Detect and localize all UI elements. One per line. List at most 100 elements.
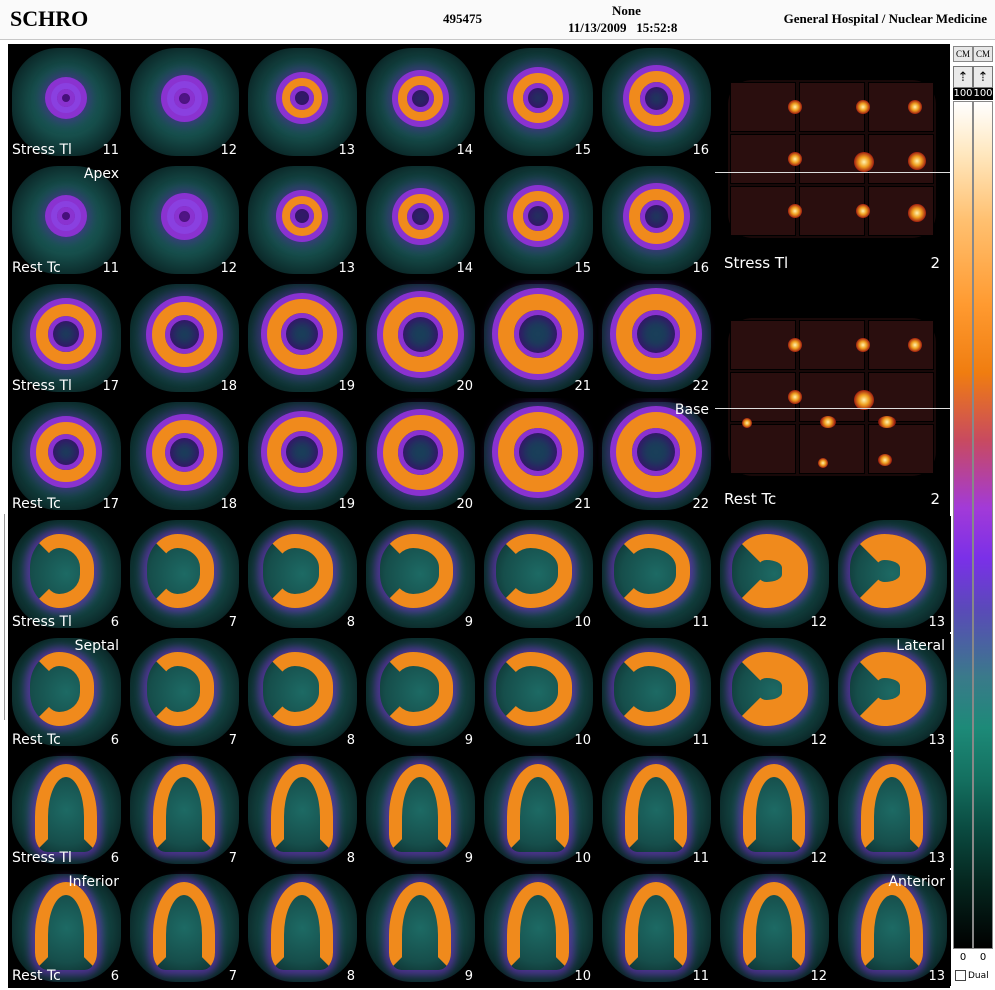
slice-tile[interactable]: 16 bbox=[598, 162, 715, 278]
slice-tile[interactable]: 8 bbox=[244, 634, 361, 750]
checkbox-icon[interactable] bbox=[955, 970, 966, 981]
tile-study-label: Rest Tc bbox=[12, 968, 61, 984]
dual-checkbox[interactable]: Dual bbox=[955, 970, 989, 981]
slice-tile[interactable]: 14 bbox=[362, 162, 479, 278]
colorbar-stress[interactable] bbox=[953, 101, 973, 949]
cm-button-left[interactable]: CM bbox=[953, 46, 973, 62]
horizontal-long-axis-slice bbox=[30, 652, 94, 726]
slice-tile[interactable]: 21 bbox=[480, 280, 597, 396]
tile-slice-number: 8 bbox=[346, 851, 355, 866]
slice-tile[interactable]: Rest Tc 6 Inferior bbox=[8, 870, 125, 986]
tile-slice-number: 13 bbox=[338, 261, 355, 276]
ref-hotspot bbox=[908, 338, 922, 352]
slice-tile[interactable]: 21 bbox=[480, 398, 597, 514]
tile-slice-number: 7 bbox=[228, 969, 237, 984]
colorbar-rest[interactable] bbox=[973, 101, 993, 949]
short-axis-slice bbox=[166, 198, 202, 234]
slice-tile[interactable]: 8 bbox=[244, 752, 361, 868]
tile-slice-number: 8 bbox=[346, 969, 355, 984]
orientation-label: Lateral bbox=[896, 638, 945, 654]
slice-tile[interactable]: Rest Tc 11 Apex bbox=[8, 162, 125, 278]
slice-tile[interactable]: Rest Tc 6 Septal bbox=[8, 634, 125, 750]
colorbar-min-right: 0 bbox=[979, 952, 987, 963]
slice-position-line[interactable] bbox=[714, 408, 950, 409]
short-axis-slice bbox=[382, 296, 458, 372]
hospital-name: General Hospital / Nuclear Medicine bbox=[783, 11, 987, 26]
reference-stress[interactable]: Stress Tl 2 bbox=[714, 44, 950, 278]
slice-tile[interactable]: 9 bbox=[362, 634, 479, 750]
short-axis-slice bbox=[382, 414, 458, 490]
slice-tile[interactable]: 10 bbox=[480, 752, 597, 868]
dual-label: Dual bbox=[968, 971, 989, 981]
slice-tile[interactable]: 12 bbox=[716, 752, 833, 868]
slice-tile[interactable]: Rest Tc 17 bbox=[8, 398, 125, 514]
ref-hotspot bbox=[854, 390, 874, 410]
slice-tile[interactable]: 19 bbox=[244, 398, 361, 514]
horizontal-long-axis-slice bbox=[379, 534, 453, 608]
slice-tile[interactable]: 13 Anterior bbox=[834, 870, 951, 986]
short-axis-slice bbox=[51, 201, 81, 231]
ref-hotspot bbox=[788, 100, 802, 114]
slice-tile[interactable]: 15 bbox=[480, 44, 597, 160]
slice-tile[interactable]: 9 bbox=[362, 752, 479, 868]
slice-tile[interactable]: 12 bbox=[126, 44, 243, 160]
slice-tile[interactable]: 22 Base bbox=[598, 398, 715, 514]
slice-tile[interactable]: 8 bbox=[244, 870, 361, 986]
slice-tile[interactable]: 20 bbox=[362, 398, 479, 514]
study-header: SCHRO 495475 None 11/13/2009 15:52:8 Gen… bbox=[0, 0, 995, 40]
slice-tile[interactable]: 11 bbox=[598, 870, 715, 986]
ref-hotspot bbox=[788, 390, 802, 404]
slice-tile[interactable]: 7 bbox=[126, 634, 243, 750]
slice-tile[interactable]: 22 bbox=[598, 280, 715, 396]
slice-tile[interactable]: 13 bbox=[834, 752, 951, 868]
slice-tile[interactable]: 10 bbox=[480, 516, 597, 632]
slice-tile[interactable]: 11 bbox=[598, 634, 715, 750]
slice-tile[interactable]: 18 bbox=[126, 398, 243, 514]
slice-tile[interactable]: 10 bbox=[480, 634, 597, 750]
ref-hotspot bbox=[878, 454, 892, 466]
spect-image-panel[interactable]: Stress Tl 2 Rest Tc 2 Stress Tl 11 12 13… bbox=[8, 44, 951, 988]
cm-button-right[interactable]: CM bbox=[973, 46, 993, 62]
slice-tile[interactable]: 12 bbox=[716, 870, 833, 986]
slice-tile[interactable]: 12 bbox=[716, 516, 833, 632]
slice-tile[interactable]: 12 bbox=[126, 162, 243, 278]
slice-tile[interactable]: 19 bbox=[244, 280, 361, 396]
slice-tile[interactable]: 12 bbox=[716, 634, 833, 750]
slice-tile[interactable]: 8 bbox=[244, 516, 361, 632]
short-axis-slice bbox=[397, 193, 443, 239]
slice-tile[interactable]: 13 bbox=[834, 516, 951, 632]
slice-tile[interactable]: 10 bbox=[480, 870, 597, 986]
slice-tile[interactable]: 11 bbox=[598, 516, 715, 632]
slice-tile[interactable]: 9 bbox=[362, 870, 479, 986]
ref-hotspot bbox=[908, 152, 926, 170]
short-axis-slice bbox=[267, 417, 337, 487]
slice-tile[interactable]: 13 bbox=[244, 44, 361, 160]
slice-tile[interactable]: 20 bbox=[362, 280, 479, 396]
slice-tile[interactable]: 11 bbox=[598, 752, 715, 868]
slice-tile[interactable]: 7 bbox=[126, 870, 243, 986]
slice-tile[interactable]: 9 bbox=[362, 516, 479, 632]
slice-tile[interactable]: Stress Tl 11 bbox=[8, 44, 125, 160]
slice-tile[interactable]: Stress Tl 6 bbox=[8, 516, 125, 632]
slice-tile[interactable]: 13 bbox=[244, 162, 361, 278]
slice-tile[interactable]: 7 bbox=[126, 516, 243, 632]
scale-up-icon[interactable]: ⇡ bbox=[953, 66, 973, 88]
tile-study-label: Rest Tc bbox=[12, 732, 61, 748]
slice-tile[interactable]: 15 bbox=[480, 162, 597, 278]
orientation-label: Base bbox=[674, 402, 709, 418]
ref-cell bbox=[868, 320, 934, 370]
scale-up-icon[interactable]: ⇡ bbox=[973, 66, 993, 88]
slice-tile[interactable]: 18 bbox=[126, 280, 243, 396]
slice-tile[interactable]: 13 Lateral bbox=[834, 634, 951, 750]
slice-tile[interactable]: Stress Tl 17 bbox=[8, 280, 125, 396]
slice-tile[interactable]: 7 bbox=[126, 752, 243, 868]
slice-tile[interactable]: 16 bbox=[598, 44, 715, 160]
reference-rest[interactable]: Rest Tc 2 bbox=[714, 280, 950, 514]
slice-tile[interactable]: Stress Tl 6 bbox=[8, 752, 125, 868]
ref-hotspot bbox=[856, 100, 870, 114]
horizontal-long-axis-slice bbox=[850, 534, 926, 608]
slice-position-line[interactable] bbox=[714, 172, 950, 173]
slice-tile[interactable]: 14 bbox=[362, 44, 479, 160]
tile-slice-number: 13 bbox=[928, 733, 945, 748]
tile-slice-number: 14 bbox=[456, 143, 473, 158]
